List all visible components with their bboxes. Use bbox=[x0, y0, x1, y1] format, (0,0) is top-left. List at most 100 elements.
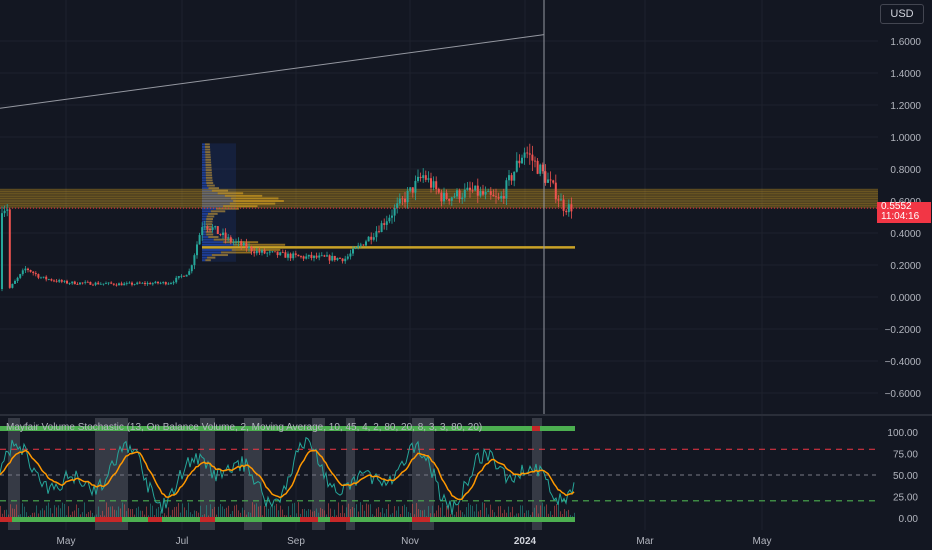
candle-body bbox=[115, 284, 118, 286]
candle-body bbox=[268, 251, 271, 253]
trendline[interactable] bbox=[0, 34, 545, 109]
histogram-bar bbox=[368, 504, 369, 518]
candle-body bbox=[461, 197, 464, 200]
histogram-bar bbox=[490, 504, 491, 518]
candle-body bbox=[29, 270, 32, 272]
histogram-bar bbox=[78, 507, 79, 518]
price-tick-label: −0.2000 bbox=[885, 325, 922, 336]
candle-body bbox=[534, 160, 536, 162]
histogram-bar bbox=[388, 504, 389, 518]
histogram-bar bbox=[508, 506, 509, 518]
histogram-bar bbox=[536, 505, 537, 518]
histogram-bar bbox=[218, 506, 219, 518]
histogram-bar bbox=[258, 506, 259, 518]
histogram-bar bbox=[244, 510, 245, 518]
candle-body bbox=[248, 246, 250, 249]
histogram-bar bbox=[484, 503, 485, 518]
histogram-bar bbox=[232, 510, 233, 518]
candle-body bbox=[71, 281, 74, 284]
candle-body bbox=[1, 213, 3, 289]
candle-body bbox=[495, 196, 497, 198]
histogram-bar bbox=[274, 505, 275, 518]
candle-body bbox=[362, 244, 365, 246]
histogram-bar bbox=[270, 506, 271, 518]
candle-body bbox=[37, 274, 40, 278]
indicator-title[interactable]: Mayfair Volume Stochastic (13, On Balanc… bbox=[6, 422, 482, 433]
candle-body bbox=[466, 187, 469, 190]
candle-body bbox=[97, 282, 100, 285]
histogram-bar bbox=[436, 510, 437, 518]
histogram-bar bbox=[370, 504, 371, 518]
candle-body bbox=[81, 282, 84, 284]
candle-body bbox=[476, 185, 479, 196]
candle-body bbox=[45, 276, 48, 280]
candle-body bbox=[120, 283, 123, 286]
histogram-bar bbox=[542, 502, 543, 518]
histogram-bar bbox=[62, 502, 63, 518]
histogram-bar bbox=[338, 502, 339, 518]
histogram-bar bbox=[418, 509, 419, 518]
candle-body bbox=[489, 191, 492, 195]
candle-body bbox=[463, 189, 466, 198]
histogram-bar bbox=[280, 505, 281, 518]
histogram-bar bbox=[350, 509, 351, 518]
candle-body bbox=[380, 223, 383, 233]
candle-body bbox=[565, 210, 568, 213]
candle-body bbox=[167, 283, 170, 285]
histogram-bar bbox=[272, 506, 273, 518]
currency-button[interactable]: USD bbox=[880, 4, 924, 24]
bottom-state-band bbox=[0, 517, 575, 522]
candle-body bbox=[339, 257, 341, 259]
candle-body bbox=[406, 190, 409, 203]
candle-body bbox=[302, 256, 305, 259]
histogram-bar bbox=[122, 502, 123, 518]
histogram-bar bbox=[58, 505, 59, 518]
candle-body bbox=[320, 255, 323, 257]
candle-body bbox=[560, 199, 562, 201]
histogram-bar bbox=[106, 502, 107, 518]
candle-body bbox=[414, 180, 417, 193]
price-tick-label: 0.8000 bbox=[890, 165, 921, 176]
histogram-bar bbox=[84, 502, 85, 518]
histogram-bar bbox=[136, 508, 137, 518]
histogram-bar bbox=[236, 504, 237, 518]
price-tick-label: 1.4000 bbox=[890, 69, 921, 80]
candle-body bbox=[154, 281, 157, 284]
chart-canvas[interactable]: 1.60001.40001.20001.00000.80000.60000.40… bbox=[0, 0, 932, 550]
candle-body bbox=[66, 280, 68, 284]
histogram-bar bbox=[522, 505, 523, 518]
histogram-bar bbox=[46, 505, 47, 518]
histogram-bar bbox=[288, 506, 289, 518]
candle-body bbox=[183, 275, 185, 277]
top-state-band-red bbox=[532, 426, 540, 431]
histogram-bar bbox=[188, 502, 189, 518]
candle-body bbox=[19, 274, 22, 278]
histogram-bar bbox=[330, 508, 331, 518]
candle-body bbox=[211, 227, 214, 230]
candle-body bbox=[131, 282, 133, 285]
time-axis[interactable]: May Jul Sep Nov 2024 Mar May bbox=[57, 536, 772, 547]
candle-body bbox=[149, 283, 152, 285]
histogram-bar bbox=[420, 509, 421, 518]
candle-body bbox=[128, 282, 131, 284]
candle-body bbox=[255, 250, 258, 254]
candle-body bbox=[292, 253, 295, 259]
histogram-bar bbox=[186, 510, 187, 518]
candle-body bbox=[375, 231, 378, 238]
candle-body bbox=[383, 223, 386, 225]
candle-body bbox=[50, 279, 53, 281]
oscillator-axis[interactable]: 100.00 75.00 50.00 25.00 0.00 bbox=[887, 428, 918, 525]
histogram-bar bbox=[362, 504, 363, 518]
histogram-bar bbox=[68, 506, 69, 518]
histogram-bar bbox=[458, 504, 459, 518]
candle-body bbox=[518, 160, 521, 164]
histogram-bar bbox=[346, 507, 347, 518]
histogram-bar bbox=[76, 504, 77, 518]
candle-body bbox=[40, 277, 42, 279]
candle-body bbox=[557, 199, 560, 201]
time-tick-label: May bbox=[753, 536, 772, 547]
candle-body bbox=[281, 252, 284, 254]
histogram-bar bbox=[118, 506, 119, 518]
histogram-bar bbox=[140, 510, 141, 518]
histogram-bar bbox=[10, 504, 11, 518]
